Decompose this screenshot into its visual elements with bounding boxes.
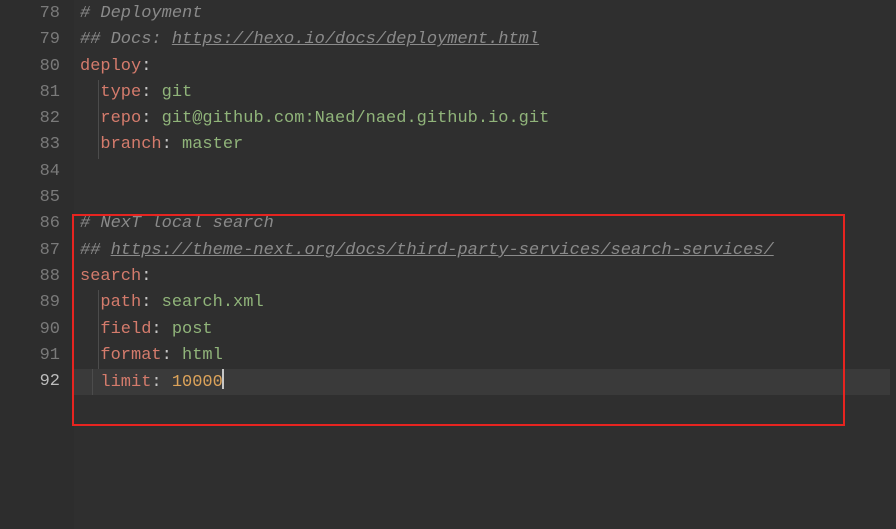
line-number: 92	[0, 369, 60, 395]
yaml-key: branch	[100, 135, 161, 154]
yaml-key: limit	[100, 373, 151, 392]
code-line[interactable]: type: git	[80, 80, 896, 106]
yaml-value: git	[162, 83, 193, 102]
yaml-value: post	[172, 320, 213, 339]
code-line[interactable]: deploy:	[80, 54, 896, 80]
colon: :	[162, 135, 182, 154]
line-number: 90	[0, 317, 60, 343]
indent-guide	[98, 132, 99, 158]
colon: :	[141, 57, 151, 76]
text-cursor	[222, 369, 224, 389]
comment-url: https://theme-next.org/docs/third-party-…	[111, 241, 774, 260]
colon: :	[162, 346, 182, 365]
indent-guide	[98, 290, 99, 316]
code-line[interactable]: search:	[80, 264, 896, 290]
line-number: 85	[0, 185, 60, 211]
indent-guide	[92, 369, 93, 395]
code-area[interactable]: # Deployment ## Docs: https://hexo.io/do…	[74, 0, 896, 529]
line-number: 78	[0, 1, 60, 27]
code-line[interactable]: branch: master	[80, 132, 896, 158]
line-number: 79	[0, 27, 60, 53]
line-number: 86	[0, 211, 60, 237]
comment-url: https://hexo.io/docs/deployment.html	[172, 30, 539, 49]
colon: :	[151, 320, 171, 339]
colon: :	[141, 109, 161, 128]
code-line[interactable]: # Deployment	[80, 1, 896, 27]
yaml-value: git@github.com:Naed/naed.github.io.git	[162, 109, 550, 128]
colon: :	[141, 83, 161, 102]
comment-text: ##	[80, 241, 111, 260]
comment-text: # NexT local search	[80, 214, 274, 233]
indent-guide	[98, 106, 99, 132]
yaml-value: master	[182, 135, 243, 154]
yaml-key: search	[80, 267, 141, 286]
line-number: 84	[0, 159, 60, 185]
comment-text: # Deployment	[80, 4, 202, 23]
line-number: 91	[0, 343, 60, 369]
line-number: 89	[0, 290, 60, 316]
comment-text: ## Docs:	[80, 30, 172, 49]
line-number: 88	[0, 264, 60, 290]
yaml-value: html	[182, 346, 223, 365]
code-line[interactable]: ## Docs: https://hexo.io/docs/deployment…	[80, 27, 896, 53]
code-line[interactable]: field: post	[80, 317, 896, 343]
indent-guide	[98, 317, 99, 343]
yaml-key: field	[100, 320, 151, 339]
code-line[interactable]: # NexT local search	[80, 211, 896, 237]
code-line[interactable]: ## https://theme-next.org/docs/third-par…	[80, 238, 896, 264]
line-number: 81	[0, 80, 60, 106]
yaml-value: search.xml	[162, 293, 264, 312]
code-editor[interactable]: 78 79 80 81 82 83 84 85 86 87 88 89 90 9…	[0, 0, 896, 529]
code-line[interactable]	[80, 159, 896, 185]
code-line[interactable]: repo: git@github.com:Naed/naed.github.io…	[80, 106, 896, 132]
colon: :	[151, 373, 171, 392]
yaml-key: deploy	[80, 57, 141, 76]
code-line[interactable]: format: html	[80, 343, 896, 369]
code-line[interactable]: limit: 10000	[74, 369, 890, 395]
yaml-key: repo	[100, 109, 141, 128]
line-number: 83	[0, 132, 60, 158]
line-number: 82	[0, 106, 60, 132]
yaml-value: 10000	[172, 373, 223, 392]
colon: :	[141, 267, 151, 286]
line-number-gutter: 78 79 80 81 82 83 84 85 86 87 88 89 90 9…	[0, 0, 74, 529]
yaml-key: type	[100, 83, 141, 102]
code-line[interactable]: path: search.xml	[80, 290, 896, 316]
indent-guide	[98, 80, 99, 106]
yaml-key: format	[100, 346, 161, 365]
code-line[interactable]	[80, 185, 896, 211]
yaml-key: path	[100, 293, 141, 312]
line-number: 80	[0, 54, 60, 80]
line-number: 87	[0, 238, 60, 264]
colon: :	[141, 293, 161, 312]
indent-guide	[98, 343, 99, 369]
